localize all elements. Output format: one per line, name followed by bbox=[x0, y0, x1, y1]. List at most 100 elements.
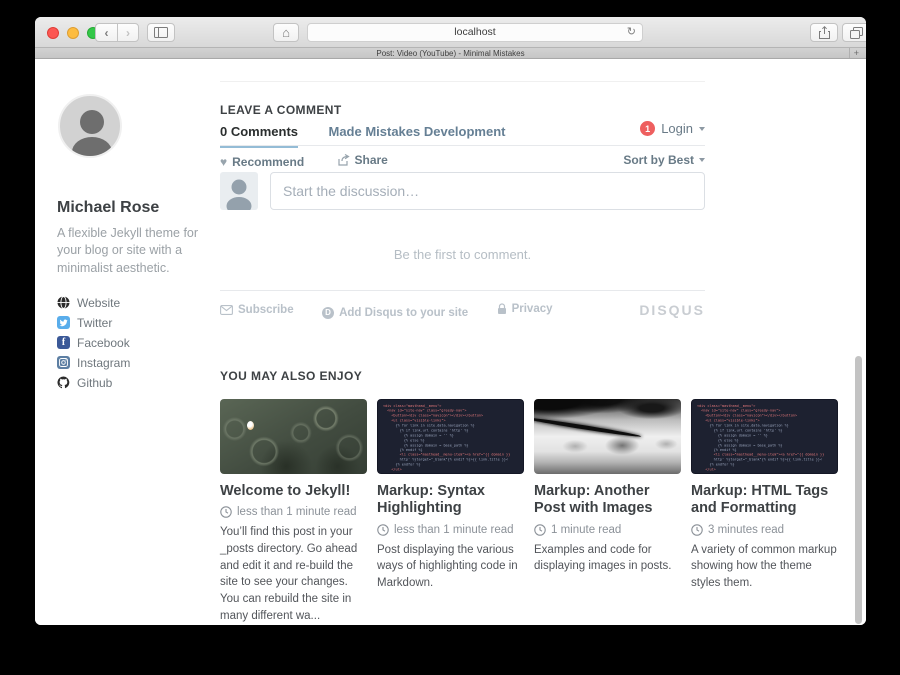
post-title-link[interactable]: Markup: Another Post with Images bbox=[534, 483, 681, 518]
new-tab-button[interactable]: + bbox=[849, 48, 863, 58]
page-content: Michael Rose A flexible Jekyll theme for… bbox=[35, 59, 866, 625]
post-excerpt: A variety of common markup showing how t… bbox=[691, 542, 838, 592]
person-silhouette-icon bbox=[220, 172, 258, 210]
share-comments-button[interactable]: Share bbox=[338, 153, 388, 167]
read-time: 3 minutes read bbox=[691, 524, 838, 536]
comment-avatar bbox=[220, 172, 258, 210]
reload-icon[interactable]: ↻ bbox=[627, 24, 636, 41]
share-arrow-icon bbox=[338, 154, 350, 166]
disqus-mark-icon: D bbox=[322, 307, 334, 319]
facebook-icon: f bbox=[57, 336, 70, 349]
add-disqus-label: Add Disqus to your site bbox=[339, 307, 468, 319]
pearl-detail bbox=[247, 421, 254, 430]
comments-count-tab[interactable]: 0 Comments bbox=[220, 124, 298, 148]
post-title-link[interactable]: Markup: Syntax Highlighting bbox=[377, 483, 524, 518]
sidebar-item-github[interactable]: Github bbox=[57, 373, 209, 393]
browser-toolbar: ‹ › ⌂ localhost ↻ bbox=[35, 17, 866, 48]
clock-icon bbox=[691, 524, 703, 536]
post-thumbnail-code[interactable]: <div class="masthead__menu"> <nav id="si… bbox=[691, 399, 838, 474]
sidebar-link-label: Facebook bbox=[77, 336, 130, 350]
globe-icon bbox=[57, 296, 70, 309]
safari-window: ‹ › ⌂ localhost ↻ Post: Video (YouTube) … bbox=[35, 17, 866, 625]
home-button[interactable]: ⌂ bbox=[273, 23, 299, 42]
read-time-label: less than 1 minute read bbox=[237, 506, 357, 518]
related-heading: YOU MAY ALSO ENJOY bbox=[220, 369, 838, 383]
post-title-link[interactable]: Welcome to Jekyll! bbox=[220, 483, 367, 500]
empty-comments-message: Be the first to comment. bbox=[220, 247, 705, 262]
window-controls bbox=[47, 27, 99, 39]
twitter-icon bbox=[57, 316, 70, 329]
person-silhouette-icon bbox=[60, 96, 122, 158]
read-time: less than 1 minute read bbox=[220, 506, 367, 518]
post-thumbnail-code[interactable]: <div class="masthead__menu"> <nav id="si… bbox=[377, 399, 524, 474]
post-excerpt: Post displaying the various ways of high… bbox=[377, 542, 524, 592]
sort-dropdown[interactable]: Sort by Best bbox=[623, 153, 705, 167]
url-text: localhost bbox=[454, 26, 495, 38]
disqus-actions-row: ♥ Recommend Share Sort by Best bbox=[220, 153, 705, 169]
sidebar-item-twitter[interactable]: Twitter bbox=[57, 313, 209, 333]
tab-overview-button[interactable] bbox=[842, 23, 866, 42]
disqus-logo[interactable]: DISQUS bbox=[639, 302, 705, 318]
community-tab[interactable]: Made Mistakes Development bbox=[328, 124, 505, 139]
post-thumbnail-moss-pearl[interactable] bbox=[220, 399, 367, 474]
code-screenshot-text: <div class="masthead__menu"> <nav id="si… bbox=[697, 404, 832, 473]
sidebar-item-facebook[interactable]: f Facebook bbox=[57, 333, 209, 353]
related-posts-section: YOU MAY ALSO ENJOY Welcome to Jekyll! le… bbox=[220, 369, 838, 624]
tab-bar: Post: Video (YouTube) - Minimal Mistakes… bbox=[35, 48, 866, 59]
sidebar-link-label: Website bbox=[77, 296, 120, 310]
subscribe-button[interactable]: Subscribe bbox=[220, 304, 294, 316]
forward-button[interactable]: › bbox=[117, 23, 139, 42]
sidebar-item-website[interactable]: Website bbox=[57, 293, 209, 313]
avatar bbox=[58, 94, 122, 158]
heart-icon: ♥ bbox=[220, 155, 227, 169]
back-button[interactable]: ‹ bbox=[95, 23, 117, 42]
privacy-link[interactable]: Privacy bbox=[497, 303, 553, 315]
sidebar-link-label: Twitter bbox=[77, 316, 112, 330]
clock-icon bbox=[534, 524, 546, 536]
disqus-tabs: 0 Comments Made Mistakes Development 1 L… bbox=[220, 123, 705, 146]
author-name: Michael Rose bbox=[57, 199, 209, 217]
envelope-icon bbox=[220, 305, 233, 315]
read-time-label: 1 minute read bbox=[551, 524, 621, 536]
related-card: <div class="masthead__menu"> <nav id="si… bbox=[691, 399, 838, 624]
comment-form bbox=[220, 172, 705, 210]
minimize-window-button[interactable] bbox=[67, 27, 79, 39]
chevron-down-icon bbox=[699, 127, 705, 131]
vertical-scrollbar[interactable] bbox=[855, 356, 862, 624]
instagram-icon bbox=[57, 356, 70, 369]
sidebar-toggle-button[interactable] bbox=[147, 23, 175, 42]
post-excerpt: You’ll find this post in your _posts dir… bbox=[220, 524, 367, 624]
sidebar-link-label: Github bbox=[77, 376, 112, 390]
read-time-label: 3 minutes read bbox=[708, 524, 784, 536]
recommend-button[interactable]: ♥ Recommend bbox=[220, 155, 304, 169]
post-excerpt: Examples and code for displaying images … bbox=[534, 542, 681, 575]
share-label: Share bbox=[355, 153, 388, 167]
tabs-icon bbox=[850, 27, 863, 39]
share-icon bbox=[819, 26, 830, 39]
author-links: Website Twitter f Facebook Instagram Git… bbox=[57, 293, 209, 393]
address-bar[interactable]: localhost ↻ bbox=[307, 23, 643, 42]
post-title-link[interactable]: Markup: HTML Tags and Formatting bbox=[691, 483, 838, 518]
sidebar-item-instagram[interactable]: Instagram bbox=[57, 353, 209, 373]
author-bio: A flexible Jekyll theme for your blog or… bbox=[57, 225, 209, 277]
clock-icon bbox=[220, 506, 232, 518]
lock-icon bbox=[497, 303, 507, 315]
history-nav-group: ‹ › bbox=[95, 23, 139, 42]
read-time: less than 1 minute read bbox=[377, 524, 524, 536]
active-tab[interactable]: Post: Video (YouTube) - Minimal Mistakes bbox=[35, 49, 866, 58]
close-window-button[interactable] bbox=[47, 27, 59, 39]
github-icon bbox=[57, 376, 70, 389]
share-button[interactable] bbox=[810, 23, 838, 42]
privacy-label: Privacy bbox=[512, 303, 553, 315]
chevron-down-icon bbox=[699, 158, 705, 162]
related-card: <div class="masthead__menu"> <nav id="si… bbox=[377, 399, 524, 624]
add-disqus-link[interactable]: D Add Disqus to your site bbox=[322, 307, 468, 319]
back-chevron-icon: ‹ bbox=[105, 27, 109, 39]
post-thumbnail-foggy-tree[interactable] bbox=[534, 399, 681, 474]
login-button[interactable]: 1 Login bbox=[640, 121, 705, 136]
comment-input[interactable] bbox=[270, 172, 705, 210]
clock-icon bbox=[377, 524, 389, 536]
disqus-divider bbox=[220, 290, 705, 291]
related-card: Markup: Another Post with Images 1 minut… bbox=[534, 399, 681, 624]
sort-label: Sort by Best bbox=[623, 153, 694, 167]
